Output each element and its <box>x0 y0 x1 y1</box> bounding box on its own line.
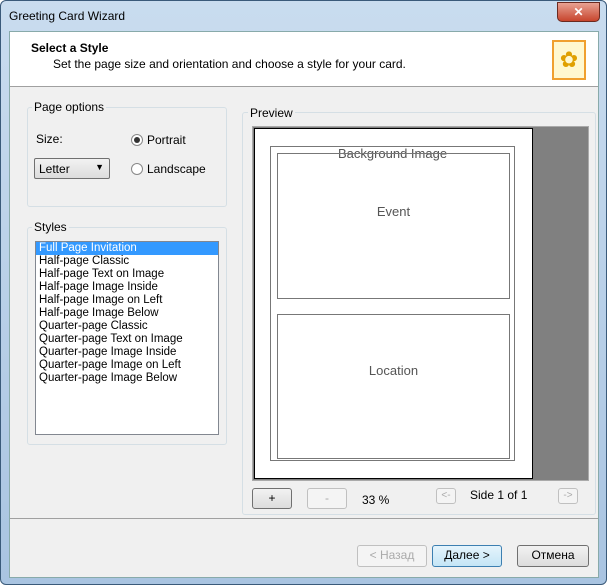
location-box: Location <box>277 314 510 459</box>
style-list-item[interactable]: Full Page Invitation <box>36 242 218 255</box>
page-title: Select a Style <box>31 41 109 55</box>
zoom-in-button[interactable]: + <box>252 488 292 509</box>
next-button[interactable]: Далее > <box>432 545 502 567</box>
prev-side-button[interactable]: <- <box>436 488 456 504</box>
size-select[interactable]: Letter ▼ <box>34 158 110 179</box>
landscape-label: Landscape <box>147 162 206 176</box>
style-list-item[interactable]: Quarter-page Classic <box>36 320 218 333</box>
wizard-client: Select a Style Set the page size and ori… <box>9 31 599 578</box>
event-label: Event <box>376 204 411 219</box>
event-box: Event <box>277 153 510 299</box>
wizard-window: Greeting Card Wizard ✕ Select a Style Se… <box>0 0 607 585</box>
location-label: Location <box>368 363 419 378</box>
portrait-radio[interactable]: Portrait <box>131 133 186 147</box>
divider <box>10 518 598 519</box>
style-list-item[interactable]: Half-page Classic <box>36 255 218 268</box>
style-list-item[interactable]: Half-page Image on Left <box>36 294 218 307</box>
landscape-radio[interactable]: Landscape <box>131 162 206 176</box>
size-label: Size: <box>36 132 63 146</box>
zoom-out-button[interactable]: - <box>307 488 347 509</box>
radio-checked-icon <box>131 134 143 146</box>
style-list-item[interactable]: Half-page Image Below <box>36 307 218 320</box>
side-indicator: Side 1 of 1 <box>470 488 528 502</box>
radio-unchecked-icon <box>131 163 143 175</box>
preview-canvas: Background Image Event Location <box>252 126 589 481</box>
styles-legend: Styles <box>32 220 69 234</box>
back-button[interactable]: < Назад <box>357 545 427 567</box>
window-title: Greeting Card Wizard <box>9 9 126 23</box>
flower-card-icon: ✿ <box>552 40 586 80</box>
chevron-down-icon: ▼ <box>95 162 104 172</box>
preview-legend: Preview <box>248 106 295 120</box>
style-list-item[interactable]: Quarter-page Image on Left <box>36 359 218 372</box>
style-list-item[interactable]: Half-page Text on Image <box>36 268 218 281</box>
page-options-legend: Page options <box>32 100 107 114</box>
page-options-group <box>27 107 227 207</box>
style-list-item[interactable]: Quarter-page Text on Image <box>36 333 218 346</box>
close-button[interactable]: ✕ <box>557 2 600 22</box>
style-list-item[interactable]: Quarter-page Image Inside <box>36 346 218 359</box>
size-value: Letter <box>39 162 70 176</box>
style-list-item[interactable]: Half-page Image Inside <box>36 281 218 294</box>
page-subtitle: Set the page size and orientation and ch… <box>53 57 406 71</box>
portrait-label: Portrait <box>147 133 186 147</box>
card-page: Background Image Event Location <box>254 128 533 479</box>
wizard-header: Select a Style Set the page size and ori… <box>10 32 598 87</box>
style-list-item[interactable]: Quarter-page Image Below <box>36 372 218 385</box>
next-side-button[interactable]: -> <box>558 488 578 504</box>
zoom-level: 33 % <box>362 493 390 507</box>
cancel-button[interactable]: Отмена <box>517 545 589 567</box>
styles-list[interactable]: Full Page Invitation Half-page Classic Hal… <box>35 241 219 435</box>
